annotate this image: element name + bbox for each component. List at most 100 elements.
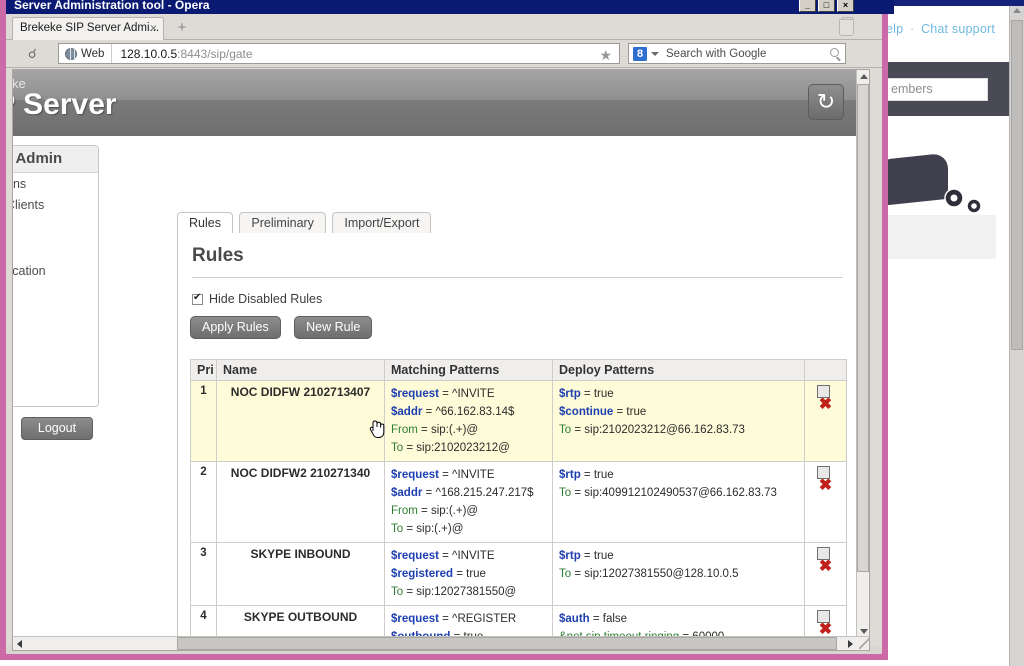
pattern-line: $request = ^REGISTER <box>391 613 517 625</box>
background-page-links: elp · Chat support <box>886 22 1024 44</box>
globe-icon <box>65 47 77 60</box>
gears-icon <box>944 188 982 214</box>
tab-close-icon[interactable]: × <box>150 18 157 39</box>
cell-deploy-patterns: $rtp = true To = sip:12027381550@128.10.0… <box>552 542 805 606</box>
web-badge: Web <box>59 44 113 63</box>
delete-icon[interactable]: ✖ <box>819 622 832 638</box>
browser-tab-brekeke[interactable]: Brekeke SIP Server Admi... × <box>12 17 164 40</box>
sidebar-item-7[interactable] <box>13 380 98 410</box>
tab-import-export[interactable]: Import/Export <box>332 212 432 234</box>
url-text: 128.10.0.5:8443/sip/gate <box>112 47 252 61</box>
sidebar-item-1[interactable]: Clients <box>13 198 98 232</box>
close-button[interactable]: × <box>837 0 854 12</box>
background-help-link[interactable]: elp <box>886 22 903 36</box>
sidebar-item-3[interactable]: tication <box>13 264 98 304</box>
trash-icon[interactable] <box>839 17 854 36</box>
sidebar-item-6[interactable] <box>13 350 98 380</box>
copy-icon[interactable] <box>816 464 835 479</box>
chevron-down-icon[interactable] <box>651 51 659 56</box>
hide-disabled-rules-row[interactable]: Hide Disabled Rules <box>178 278 857 306</box>
content-tabs: Rules Preliminary Import/Export <box>177 212 433 234</box>
background-illustration-shadow <box>886 215 996 259</box>
pattern-key: To <box>559 487 572 499</box>
page-horizontal-scrollbar[interactable] <box>13 636 869 650</box>
apply-rules-button[interactable]: Apply Rules <box>190 316 281 339</box>
address-bar[interactable]: Web 128.10.0.5:8443/sip/gate ★ <box>58 43 620 64</box>
background-chat-support-link[interactable]: Chat support <box>921 22 995 36</box>
pattern-line: To = sip:409912102490537@66.162.83.73 <box>559 487 777 499</box>
pattern-key: To <box>391 442 404 454</box>
pattern-value: sip:2102023212@66.162.83.73 <box>584 424 745 436</box>
table-row[interactable]: 2 NOC DIDFW2 210271340 $request = ^INVITE $… <box>190 461 847 543</box>
sidebar-header: r Admin <box>13 146 98 173</box>
opera-browser-window: Server Administration tool - Opera _ □ ×… <box>0 0 894 660</box>
pattern-key: $addr <box>391 406 423 418</box>
copy-icon[interactable] <box>816 383 835 398</box>
cell-rule-name[interactable]: NOC DIDFW2 210271340 <box>216 461 385 543</box>
google-badge-icon[interactable]: 8 <box>633 46 647 61</box>
delete-icon[interactable]: ✖ <box>819 478 832 494</box>
hide-disabled-rules-checkbox[interactable] <box>192 292 203 305</box>
logout-button[interactable]: Logout <box>21 417 93 440</box>
pattern-line: $addr = ^168.215.247.217$ <box>391 487 534 499</box>
pattern-line: $auth = false <box>559 613 628 625</box>
pattern-value: true <box>593 550 614 562</box>
column-header-matching: Matching Patterns <box>384 359 553 381</box>
pattern-value: sip:(.+)@ <box>430 505 479 517</box>
tab-preliminary[interactable]: Preliminary <box>239 212 326 234</box>
new-tab-button[interactable]: + <box>174 20 190 36</box>
pattern-value: sip:(.+)@ <box>416 523 464 535</box>
pattern-line: $addr = ^66.162.83.14$ <box>391 406 515 418</box>
sidebar-item-0[interactable]: ons <box>13 177 98 198</box>
horizontal-scrollbar-thumb[interactable] <box>177 637 837 650</box>
vertical-scrollbar-thumb[interactable] <box>857 84 869 572</box>
pattern-key: To <box>391 586 404 598</box>
scroll-left-arrow-icon[interactable] <box>17 640 22 648</box>
cell-rule-name[interactable]: NOC DIDFW 2102713407 <box>216 380 385 462</box>
pattern-line: To = sip:2102023212@66.162.83.73 <box>559 424 745 436</box>
minimize-button[interactable]: _ <box>799 0 816 12</box>
pattern-line: To = sip:12027381550@128.10.0.5 <box>559 568 739 580</box>
window-resize-grip[interactable] <box>859 638 869 649</box>
sidebar-item-5[interactable]: n <box>13 308 98 350</box>
search-input[interactable]: 8 Search with Google <box>628 43 846 64</box>
pattern-line: $continue = true <box>559 406 647 418</box>
copy-icon[interactable] <box>816 545 835 560</box>
sidebar: r Admin ons Clients tication n e <box>13 145 99 407</box>
table-row[interactable]: 3 SKYPE INBOUND $request = ^INVITE $registe… <box>190 542 847 606</box>
maximize-button[interactable]: □ <box>818 0 835 12</box>
tab-rules[interactable]: Rules <box>177 212 233 234</box>
background-search-input[interactable]: embers <box>886 78 988 101</box>
pattern-value: ^INVITE <box>452 550 495 562</box>
cell-row-actions: ✖ <box>804 461 847 543</box>
sidebar-item-2[interactable] <box>13 232 98 264</box>
pattern-value: ^INVITE <box>452 388 495 400</box>
address-bar-row: ☌ Web 128.10.0.5:8443/sip/gate ★ 8 Searc… <box>6 40 882 68</box>
delete-icon[interactable]: ✖ <box>819 559 832 575</box>
scroll-right-arrow-icon[interactable] <box>848 640 853 648</box>
search-icon[interactable] <box>830 48 839 57</box>
new-rule-button[interactable]: New Rule <box>294 316 373 339</box>
key-icon[interactable]: ☌ <box>28 47 46 60</box>
table-row[interactable]: 1 NOC DIDFW 2102713407 $request = ^INVITE $… <box>190 380 847 462</box>
bookmark-star-icon[interactable]: ★ <box>599 47 612 64</box>
pattern-line: $request = ^INVITE <box>391 469 495 481</box>
background-page-scrollbar[interactable] <box>1009 6 1024 666</box>
scroll-up-arrow-icon[interactable] <box>1013 8 1021 13</box>
pattern-value: true <box>466 568 486 580</box>
refresh-icon[interactable]: ↻ <box>808 84 844 120</box>
scrollbar-thumb[interactable] <box>1011 20 1023 350</box>
pattern-line: $request = ^INVITE <box>391 550 495 562</box>
pattern-value: false <box>602 613 628 625</box>
copy-icon[interactable] <box>816 608 835 623</box>
cell-rule-name[interactable]: SKYPE INBOUND <box>216 542 385 606</box>
page-title: Rules <box>192 245 244 266</box>
window-title: Server Administration tool - Opera <box>14 0 210 12</box>
scroll-down-arrow-icon[interactable] <box>860 629 868 634</box>
scroll-up-arrow-icon[interactable] <box>860 74 868 79</box>
pattern-value: sip:409912102490537@66.162.83.73 <box>584 487 777 499</box>
delete-icon[interactable]: ✖ <box>819 397 832 413</box>
sidebar-item-list: ons Clients tication n e <box>13 173 98 432</box>
pattern-value: ^66.162.83.14$ <box>435 406 515 418</box>
page-vertical-scrollbar[interactable] <box>856 70 869 638</box>
